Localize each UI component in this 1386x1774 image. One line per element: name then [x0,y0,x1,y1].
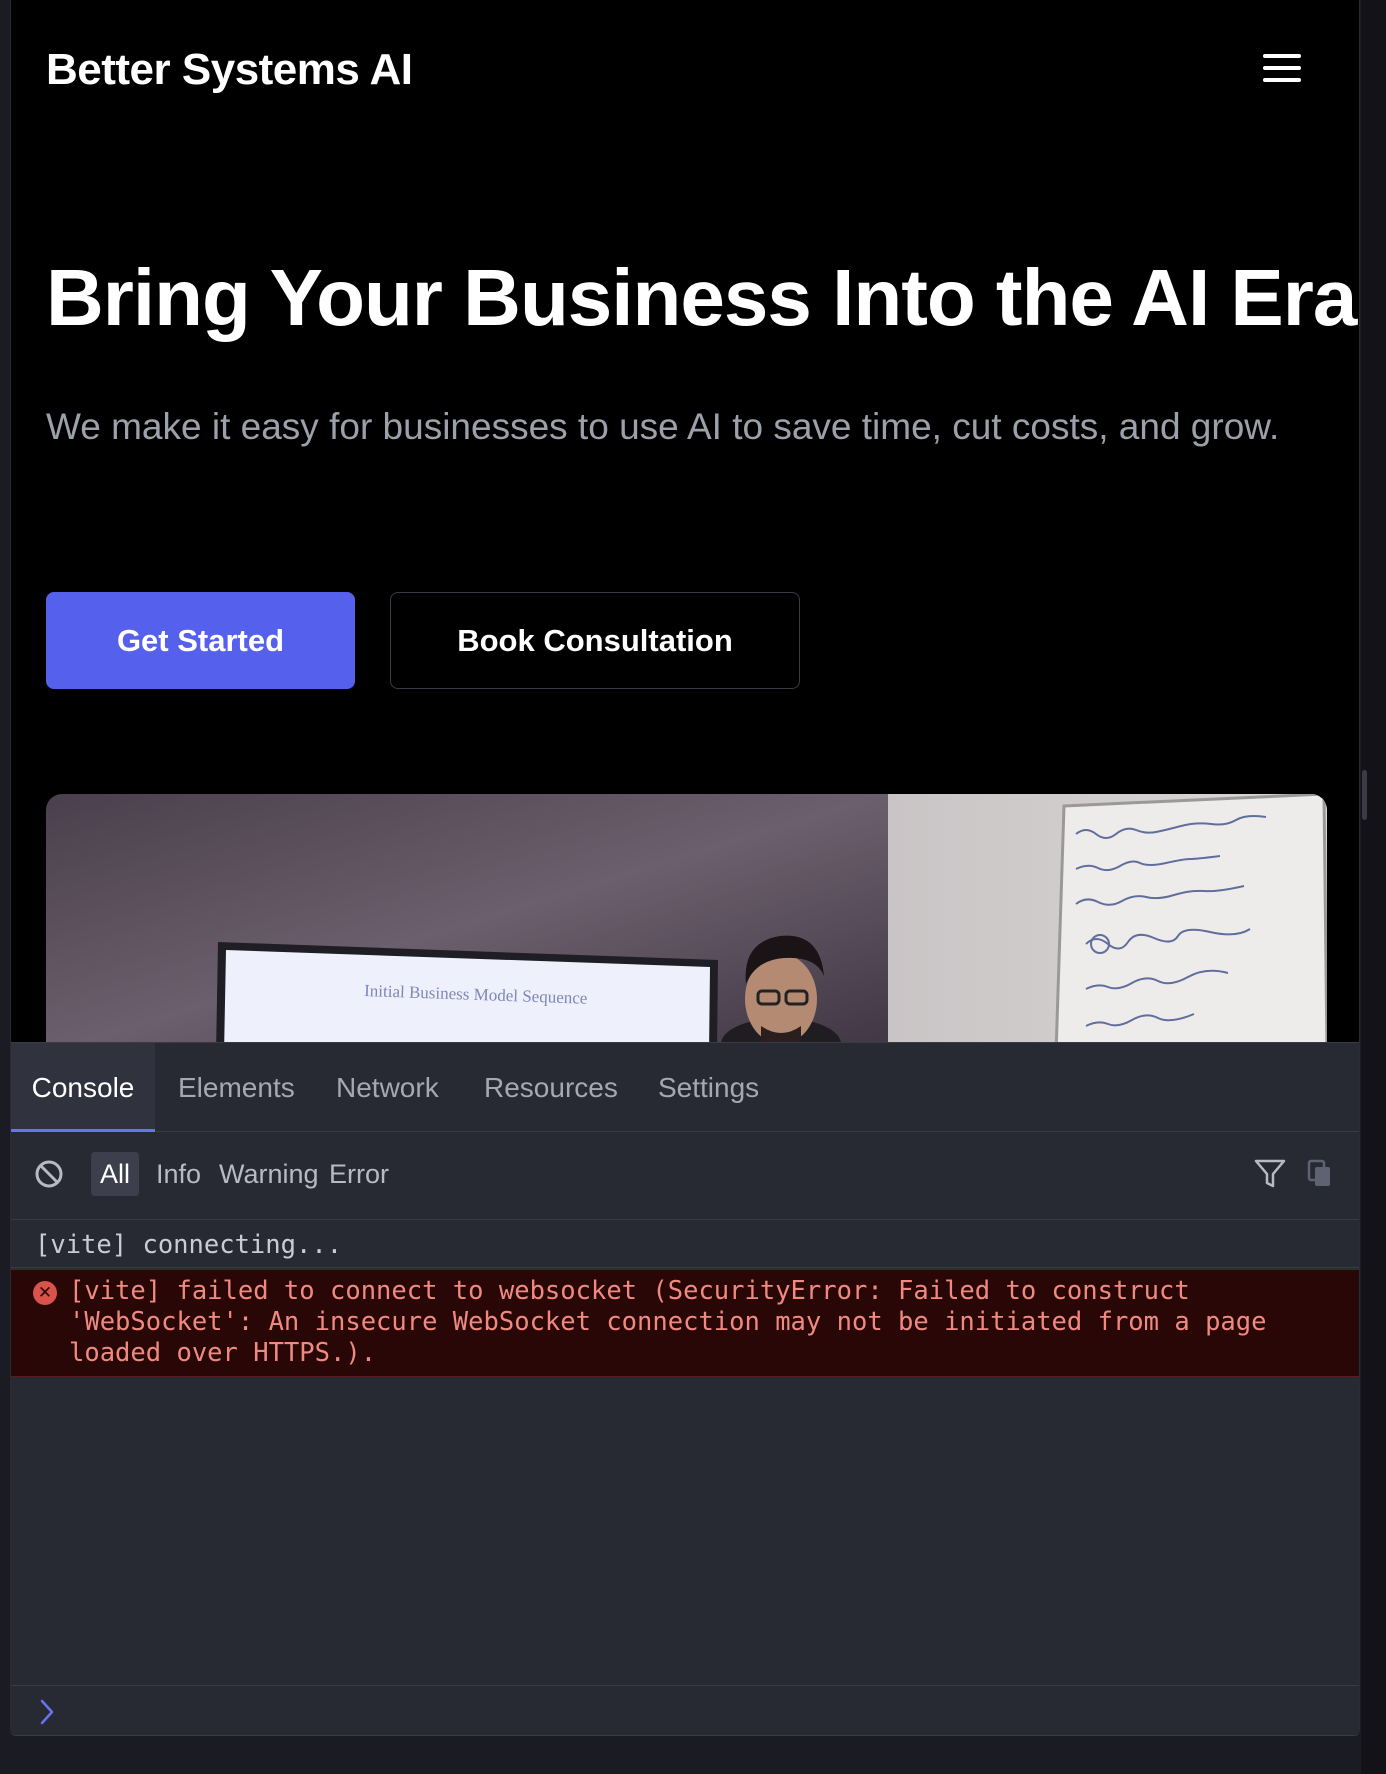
scrollbar-thumb[interactable] [1362,770,1367,820]
hero-subtitle: We make it easy for businesses to use AI… [46,406,1280,447]
error-icon: ✕ [33,1281,57,1305]
filter-icon[interactable] [1253,1158,1287,1190]
devtools-panel: Console Elements Network Resources Setti… [11,1042,1359,1735]
tab-resources[interactable]: Resources [484,1043,618,1132]
window-edge [1361,0,1386,1774]
tab-network[interactable]: Network [336,1043,439,1132]
hamburger-menu-icon[interactable] [1261,50,1305,86]
browser-viewport: Better Systems AI Bring Your Business In… [10,0,1360,1736]
hero-title: Bring Your Business Into the AI Era [46,253,1357,342]
devtools-tab-bar: Console Elements Network Resources Setti… [11,1043,1359,1132]
book-consultation-button[interactable]: Book Consultation [390,592,800,689]
console-log-info: [vite] connecting... [11,1222,1359,1268]
log-message: [vite] failed to connect to websocket (S… [69,1276,1267,1368]
filter-warning[interactable]: Warning [210,1152,328,1196]
console-log-error: ✕ [vite] failed to connect to websocket … [11,1269,1359,1377]
filter-all[interactable]: All [91,1152,140,1196]
tv-monitor: Initial Business Model Sequence [216,942,718,1054]
brand-logo[interactable]: Better Systems AI [46,45,413,95]
get-started-button[interactable]: Get Started [46,592,355,689]
site-header: Better Systems AI [11,0,1359,142]
filter-info[interactable]: Info [147,1152,210,1196]
console-toolbar: All Info Warning Error [11,1132,1359,1220]
filter-error[interactable]: Error [320,1152,398,1196]
copy-icon[interactable] [1307,1159,1333,1189]
clear-console-icon[interactable] [34,1159,64,1189]
tab-settings[interactable]: Settings [658,1043,759,1132]
log-message: [vite] connecting... [35,1230,343,1260]
prompt-chevron-icon [40,1699,54,1725]
tab-elements[interactable]: Elements [178,1043,295,1132]
console-input[interactable] [11,1685,1359,1735]
tab-console[interactable]: Console [11,1043,155,1132]
hero-image: Initial Business Model Sequence [46,794,1327,1054]
whiteboard [1054,794,1327,1054]
